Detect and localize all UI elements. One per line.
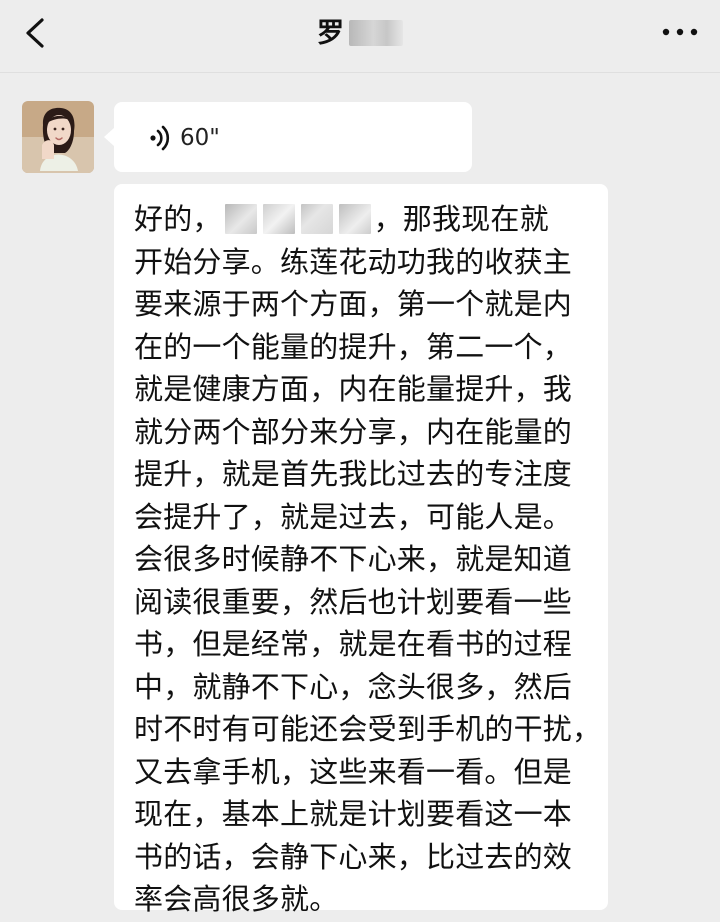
more-dots-icon	[662, 28, 698, 36]
message-line: 书的话，会静下心来，比过去的效	[134, 839, 573, 874]
redacted-name-mosaic	[300, 204, 333, 234]
redacted-name-mosaic	[224, 204, 257, 234]
sender-avatar[interactable]	[22, 101, 94, 173]
text-message-bubble[interactable]: 好的， ，那我现在就 开始分享。练莲花动功我的收获主 要来源于两个方面，第一个就是…	[114, 184, 608, 916]
more-button[interactable]	[658, 16, 702, 48]
message-line: 现在，基本上就是计划要看这一本	[134, 797, 573, 831]
message-line: 要来源于两个方面，第一个就是内	[134, 287, 573, 321]
header-divider	[0, 72, 720, 73]
message-line: 开始分享。练莲花动功我的收获主	[134, 244, 573, 279]
chat-header: 罗	[0, 0, 720, 72]
message-line: 会提升了，就是过去，可能人是。	[134, 499, 573, 534]
voice-wave-icon	[150, 125, 170, 151]
message-line: 就分两个部分来分享，内在能量的	[134, 414, 573, 449]
message-line-end: ，那我现在就	[373, 202, 549, 236]
message-line: 会很多时候静不下心来，就是知道	[134, 542, 573, 576]
message-line-start: 好的，	[134, 202, 222, 236]
message-line: 提升，就是首先我比过去的专注度	[134, 457, 573, 491]
message-line: 书，但是经常，就是在看书的过程	[134, 627, 573, 661]
voice-duration: 60"	[180, 125, 220, 151]
voice-message-bubble[interactable]: 60"	[104, 102, 472, 172]
redacted-name-mosaic	[338, 204, 371, 234]
message-line: 时不时有可能还会受到手机的干扰，	[134, 712, 602, 746]
chat-title-text: 罗	[317, 18, 345, 49]
message-line: 好的， ，那我现在就	[134, 198, 588, 241]
chat-title: 罗	[0, 11, 720, 50]
message-line: 阅读很重要，然后也计划要看一些	[134, 584, 573, 619]
message-line: 率会高很多就。	[134, 882, 339, 916]
message-line: 就是健康方面，内在能量提升，我	[134, 372, 573, 406]
message-line: 又去拿手机，这些来看一看。但是	[134, 754, 573, 789]
redacted-name-mosaic	[349, 20, 403, 46]
redacted-name-mosaic	[262, 204, 295, 234]
message-line: 中，就静不下心，念头很多，然后	[134, 669, 573, 704]
avatar-photo	[22, 101, 94, 173]
message-line: 在的一个能量的提升，第二一个，	[134, 329, 573, 364]
